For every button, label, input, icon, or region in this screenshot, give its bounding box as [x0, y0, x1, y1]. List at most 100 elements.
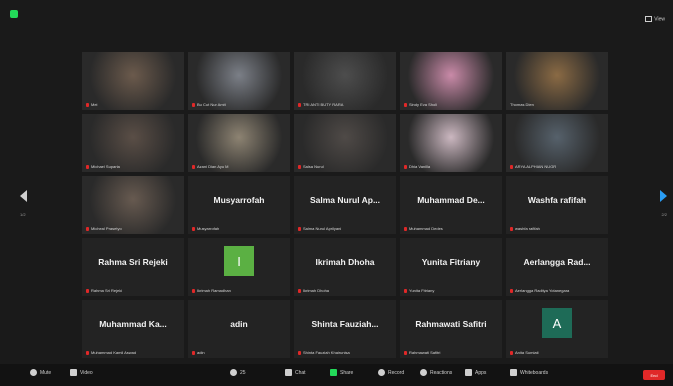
whiteboards-label: Whiteboards [520, 369, 549, 376]
mic-muted-icon [86, 288, 89, 293]
mic-muted-icon [86, 226, 89, 231]
participant-tile[interactable]: Azani Dian Ayu M [188, 114, 290, 172]
left-page-number: 1/2 [20, 212, 26, 217]
participant-tile[interactable]: Salma Nurul Ap... Salma Nurul Aprilyani [294, 176, 396, 234]
share-screen-icon [330, 369, 337, 376]
view-button-label: View [654, 16, 665, 23]
participant-display-name: Muhammad Ka... [99, 319, 167, 329]
participant-display-name: Yunita Fitriany [421, 257, 481, 267]
participant-tile[interactable]: Aerlangga Rad... Aerlangga Raditya Yotane… [506, 238, 608, 296]
mic-muted-icon [404, 226, 407, 231]
apps-button[interactable]: Apps [465, 369, 486, 376]
share-screen-button[interactable]: Share [330, 369, 353, 376]
participant-display-name: adin [230, 319, 248, 329]
end-meeting-button[interactable]: End [643, 370, 665, 380]
participant-tile[interactable]: Dhia Vanilla [400, 114, 502, 172]
previous-page-arrow-icon[interactable] [20, 190, 27, 202]
participant-label-text: TRI ANTI BUTY RARA [303, 102, 344, 107]
participant-name-label: Salsa Nurul [298, 164, 392, 169]
participant-tile[interactable]: Sindy Eva Sholi [400, 52, 502, 110]
participant-tile[interactable]: Yunita Fitriany Yunita Fitriany [400, 238, 502, 296]
participant-tile[interactable]: Thomas Dien [506, 52, 608, 110]
video-button[interactable]: Video [70, 369, 93, 376]
participant-name-label: Rahmawati Safitri [404, 350, 498, 355]
apps-icon [465, 369, 472, 376]
participant-tile[interactable]: ARYA ALPHIAN NUGR [506, 114, 608, 172]
participant-label-text: Muhammad Dedes [409, 226, 443, 231]
participant-tile[interactable]: Bu Cut Nur Amit [188, 52, 290, 110]
mute-button[interactable]: Mute [30, 369, 51, 376]
mic-muted-icon [192, 102, 195, 107]
participant-name-label: Salma Nurul Aprilyani [298, 226, 392, 231]
participant-gallery-grid: Mei Bu Cut Nur Amit TRI ANTI BUTY RARA Sind… [82, 52, 608, 358]
mic-muted-icon [404, 288, 407, 293]
participant-display-name: Washfa rafifah [527, 195, 587, 205]
participant-tile[interactable]: Micheal Prasetyo [82, 176, 184, 234]
participant-name-label: Bu Cut Nur Amit [192, 102, 286, 107]
camera-icon [70, 369, 77, 376]
chat-button[interactable]: Chat [285, 369, 306, 376]
participant-display-name: Muhammad De... [417, 195, 485, 205]
mic-muted-icon [298, 350, 301, 355]
participant-tile[interactable]: I Ikrimah Ramadhan [188, 238, 290, 296]
participant-label-text: Muhammad Kamil Aswad [91, 350, 137, 355]
participant-label-text: Bu Cut Nur Amit [197, 102, 226, 107]
participant-tile[interactable]: Shinta Fauziah... Shinta Fauziah Khairuni… [294, 300, 396, 358]
participant-label-text: washfa rafifah [515, 226, 540, 231]
participant-name-label: Shinta Fauziah Khairunisa [298, 350, 392, 355]
participants-button[interactable]: 25 [230, 369, 246, 376]
participant-label-text: Salsa Nurul [303, 164, 324, 169]
participant-name-label: Dhia Vanilla [404, 164, 498, 169]
mic-muted-icon [298, 226, 301, 231]
participant-tile[interactable]: Washfa rafifah washfa rafifah [506, 176, 608, 234]
avatar: I [224, 246, 254, 276]
whiteboards-button[interactable]: Whiteboards [510, 369, 548, 376]
participant-name-label: Micheal Prasetyo [86, 226, 180, 231]
participant-name-label: washfa rafifah [510, 226, 604, 231]
participant-tile[interactable]: A Anita Sumiati [506, 300, 608, 358]
apps-label: Apps [475, 369, 487, 376]
participant-tile[interactable]: Musyarrofah Musyarrofah [188, 176, 290, 234]
participant-name-label: Sindy Eva Sholi [404, 102, 498, 107]
mic-muted-icon [192, 350, 195, 355]
mute-label: Mute [40, 369, 52, 376]
participant-label-text: Thomas Dien [510, 102, 534, 107]
participant-label-text: ARYA ALPHIAN NUGR [515, 164, 557, 169]
microphone-icon [30, 369, 37, 376]
participant-tile[interactable]: TRI ANTI BUTY RARA [294, 52, 396, 110]
participant-tile[interactable]: adin adin [188, 300, 290, 358]
participant-tile[interactable]: Michael Suparta [82, 114, 184, 172]
participant-label-text: Michael Suparta [91, 164, 120, 169]
participant-tile[interactable]: Muhammad De... Muhammad Dedes [400, 176, 502, 234]
record-button[interactable]: Record [378, 369, 404, 376]
participant-name-label: Michael Suparta [86, 164, 180, 169]
mic-muted-icon [86, 350, 89, 355]
participant-display-name: Aerlangga Rad... [523, 257, 591, 267]
participant-label-text: Micheal Prasetyo [91, 226, 122, 231]
mic-muted-icon [404, 164, 407, 169]
participant-label-text: adin [197, 350, 205, 355]
video-label: Video [80, 369, 93, 376]
participant-label-text: Aerlangga Raditya Yotanegara [515, 288, 570, 293]
participant-tile[interactable]: Salsa Nurul [294, 114, 396, 172]
next-page-arrow-icon[interactable] [660, 190, 667, 202]
participant-display-name: Rahma Sri Rejeki [98, 257, 168, 267]
reactions-button[interactable]: Reactions [420, 369, 452, 376]
view-button[interactable]: View [645, 16, 665, 22]
mic-muted-icon [298, 164, 301, 169]
security-shield-icon[interactable] [10, 10, 18, 18]
participant-tile[interactable]: Mei [82, 52, 184, 110]
participant-label-text: Salma Nurul Aprilyani [303, 226, 342, 231]
participant-tile[interactable]: Muhammad Ka... Muhammad Kamil Aswad [82, 300, 184, 358]
participant-tile[interactable]: Rahmawati Safitri Rahmawati Safitri [400, 300, 502, 358]
participant-tile[interactable]: Rahma Sri Rejeki Rahma Sri Rejeki [82, 238, 184, 296]
mic-muted-icon [510, 350, 513, 355]
participant-label-text: Musyarrofah [197, 226, 220, 231]
participant-tile[interactable]: Ikrimah Dhoha Ikrimah Dhoha [294, 238, 396, 296]
participant-label-text: Azani Dian Ayu M [197, 164, 229, 169]
participant-name-label: Aerlangga Raditya Yotanegara [510, 288, 604, 293]
mic-muted-icon [86, 102, 89, 107]
top-bar: View [0, 0, 673, 40]
right-page-number: 2/2 [661, 212, 667, 217]
share-label: Share [340, 369, 354, 376]
